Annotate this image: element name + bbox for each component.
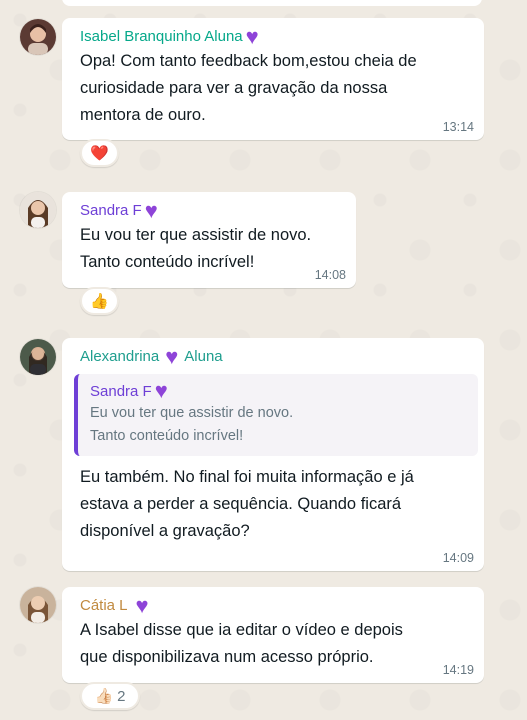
sender-name[interactable]: Alexandrina ♥ Aluna — [80, 346, 472, 368]
sender-name[interactable]: Sandra F ♥ — [80, 200, 344, 222]
message-text: Eu também. No final foi muita informação… — [80, 468, 414, 540]
quoted-sender: Sandra F ♥ — [90, 380, 466, 402]
avatar-isabel[interactable] — [20, 19, 56, 55]
reaction-badge[interactable]: 👍🏻 2 — [80, 682, 140, 710]
previous-message-bubble[interactable] — [62, 0, 482, 6]
message-time: 14:08 — [314, 268, 346, 282]
message-bubble[interactable]: Alexandrina ♥ Aluna Sandra F ♥ Eu vou te… — [62, 338, 484, 571]
purple-heart-icon: ♥ — [135, 593, 149, 618]
message-text: Opa! Com tanto feedback bom,estou cheia … — [80, 52, 417, 124]
sender-label[interactable]: Cátia L — [80, 595, 128, 617]
message-time: 13:14 — [442, 120, 474, 134]
purple-heart-icon: ♥ — [154, 378, 168, 403]
reaction-badge[interactable]: 👍 — [80, 287, 119, 315]
purple-heart-icon: ♥ — [165, 344, 179, 369]
sender-label[interactable]: Alexandrina — [80, 346, 159, 368]
sender-label[interactable]: Isabel Branquinho Aluna — [80, 26, 243, 48]
avatar-catia[interactable] — [20, 587, 56, 623]
avatar-sandra[interactable] — [20, 192, 56, 228]
message-time: 14:19 — [442, 663, 474, 677]
message-text: A Isabel disse que ia editar o vídeo e d… — [80, 621, 403, 666]
quoted-text: Eu vou ter que assistir de novo. Tanto c… — [90, 405, 294, 444]
sender-name[interactable]: Isabel Branquinho Aluna ♥ — [80, 26, 472, 48]
purple-heart-icon: ♥ — [245, 24, 259, 49]
reaction-count: 2 — [117, 687, 126, 705]
reaction-badge[interactable]: ❤️ — [80, 139, 119, 167]
quoted-sender-label: Sandra F — [90, 382, 152, 400]
quoted-message[interactable]: Sandra F ♥ Eu vou ter que assistir de no… — [74, 374, 478, 456]
sender-label[interactable]: Sandra F — [80, 200, 142, 222]
thumbs-up-reaction-icon: 👍🏻 — [94, 688, 114, 705]
message-text: Eu vou ter que assistir de novo. Tanto c… — [80, 226, 312, 271]
heart-reaction-icon: ❤️ — [90, 145, 109, 162]
purple-heart-icon: ♥ — [144, 198, 158, 223]
thumbs-up-reaction-icon: 👍 — [90, 293, 109, 310]
sender-suffix: Aluna — [184, 348, 223, 365]
message-time: 14:09 — [442, 551, 474, 565]
message-bubble[interactable]: Sandra F ♥ Eu vou ter que assistir de no… — [62, 192, 356, 288]
avatar-alexandrina[interactable] — [20, 339, 56, 375]
message-bubble[interactable]: Cátia L ♥ A Isabel disse que ia editar o… — [62, 587, 484, 683]
sender-name[interactable]: Cátia L ♥ — [80, 595, 472, 617]
message-bubble[interactable]: Isabel Branquinho Aluna ♥ Opa! Com tanto… — [62, 18, 484, 140]
